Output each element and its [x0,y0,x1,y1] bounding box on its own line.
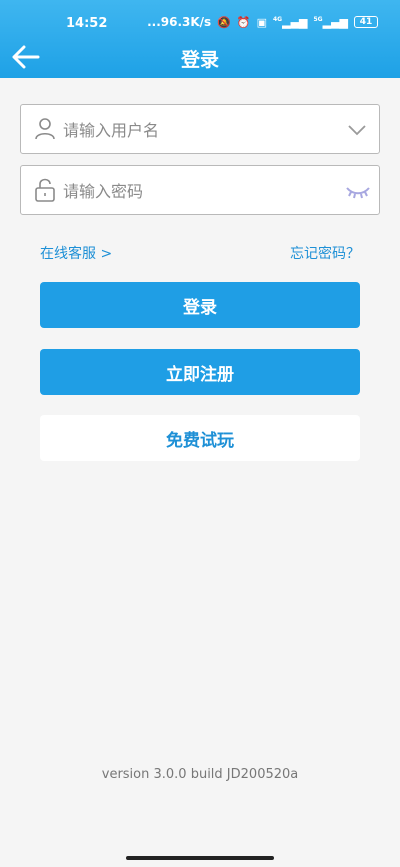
alarm-icon: ⏰ [236,15,251,29]
home-indicator[interactable] [126,856,274,860]
register-button[interactable]: 立即注册 [40,349,360,395]
status-bar: 14:52 ...96.3K/s 🔕 ⏰ ▣ 4G▂▄▆ 5G▂▄▆ 41 [0,0,400,36]
hd-icon: ▣ [256,15,267,29]
username-input[interactable] [63,113,333,147]
nav-bar: 登录 [0,36,400,78]
customer-service-link[interactable]: 在线客服 > [40,243,112,263]
free-trial-button[interactable]: 免费试玩 [40,415,360,461]
battery-level: 41 [359,16,373,27]
password-field-box[interactable] [20,165,380,215]
signal-5g-icon: 5G▂▄▆ [313,15,349,29]
signal-4g-label: 4G [273,15,283,23]
mute-icon: 🔕 [217,15,231,29]
username-field-box[interactable] [20,104,380,154]
lock-icon [35,178,55,202]
network-speed: ...96.3K/s [147,15,212,29]
status-right-group: ...96.3K/s 🔕 ⏰ ▣ 4G▂▄▆ 5G▂▄▆ 41 [147,15,378,29]
forgot-password-link[interactable]: 忘记密码？ [290,243,360,263]
signal-5g-label: 5G [313,15,323,23]
eye-closed-icon[interactable] [345,182,371,200]
battery-icon: 41 [354,16,378,28]
chevron-down-icon[interactable] [347,121,367,139]
signal-4g-icon: 4G▂▄▆ [273,15,308,29]
login-button[interactable]: 登录 [40,282,360,328]
page-title: 登录 [180,49,219,71]
app-header: 14:52 ...96.3K/s 🔕 ⏰ ▣ 4G▂▄▆ 5G▂▄▆ 41 登录 [0,0,400,78]
version-text: version 3.0.0 build JD200520a [101,767,299,782]
user-icon [35,118,55,140]
password-input[interactable] [63,174,333,208]
status-time: 14:52 [66,16,108,31]
